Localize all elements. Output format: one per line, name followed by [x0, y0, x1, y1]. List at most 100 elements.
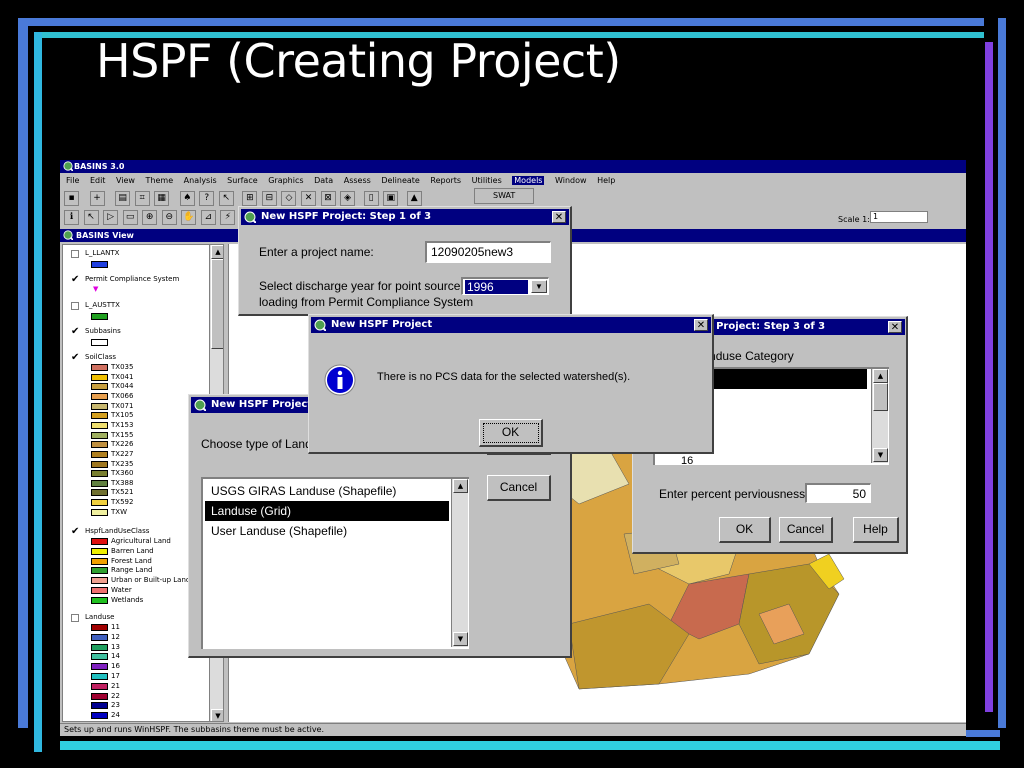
- step3-cancel-button[interactable]: Cancel: [779, 517, 833, 543]
- zoom-out-tool-icon[interactable]: ⊖: [161, 210, 177, 225]
- landuse-type-scroll-up-icon[interactable]: ▲: [453, 479, 468, 493]
- pan-icon[interactable]: ✋: [181, 210, 197, 225]
- toc-scroll-up-icon[interactable]: ▲: [211, 245, 223, 259]
- menu-window[interactable]: Window: [555, 176, 587, 185]
- select-feature-icon[interactable]: ▭: [122, 210, 138, 225]
- legend-editor-icon[interactable]: ⌗: [134, 191, 150, 206]
- select-features-icon[interactable]: ◈: [340, 191, 356, 206]
- theme-checkbox[interactable]: [71, 614, 79, 622]
- step3-help-button[interactable]: Help: [853, 517, 899, 543]
- slide-left-cyan-bar: [34, 32, 42, 752]
- menu-models[interactable]: Models: [512, 176, 545, 185]
- theme-name[interactable]: Subbasins: [85, 327, 121, 335]
- menu-file[interactable]: File: [66, 176, 79, 185]
- landuse-type-option-user[interactable]: User Landuse (Shapefile): [205, 521, 449, 541]
- layout-icon[interactable]: ▲: [406, 191, 422, 206]
- menu-view[interactable]: View: [116, 176, 135, 185]
- landuse-item-label: 13: [111, 642, 120, 651]
- project-name-input[interactable]: 12090205new3: [425, 241, 551, 263]
- discharge-year-dropdown-icon[interactable]: ▼: [531, 280, 547, 293]
- landuse-scroll-thumb[interactable]: [873, 383, 888, 411]
- select-icon[interactable]: ↖: [218, 191, 234, 206]
- landuse-item-label: 23: [111, 701, 120, 710]
- information-icon: [324, 364, 356, 396]
- landuse-category-item[interactable]: 16: [681, 455, 693, 467]
- theme-name[interactable]: L_LLANTX: [85, 249, 119, 257]
- theme-name[interactable]: Landuse: [85, 613, 114, 621]
- menu-data[interactable]: Data: [314, 176, 333, 185]
- scale-value: 1: [873, 212, 879, 221]
- theme-name[interactable]: SoilClass: [85, 353, 116, 361]
- step1-close-icon[interactable]: ✕: [552, 211, 566, 223]
- landuse-type-list[interactable]: USGS GIRAS Landuse (Shapefile) Landuse (…: [201, 477, 469, 649]
- find-icon[interactable]: ♠: [179, 191, 195, 206]
- zoom-out-icon[interactable]: ⊠: [320, 191, 336, 206]
- soil-item-label: TX105: [111, 411, 134, 420]
- app-title: BASINS 3.0: [74, 162, 125, 171]
- view-title: BASINS View: [76, 231, 134, 240]
- menu-reports[interactable]: Reports: [430, 176, 461, 185]
- menu-analysis[interactable]: Analysis: [184, 176, 217, 185]
- zoom-active-icon[interactable]: ⊟: [261, 191, 277, 206]
- theme-name[interactable]: L_AUSTTX: [85, 301, 120, 309]
- theme-name[interactable]: Permit Compliance System: [85, 275, 179, 283]
- menu-bar: File Edit View Theme Analysis Surface Gr…: [66, 176, 626, 188]
- step3-ok-button[interactable]: OK: [719, 517, 771, 543]
- vertex-edit-icon[interactable]: ▷: [103, 210, 119, 225]
- theme-name[interactable]: HspfLandUseClass: [85, 527, 149, 535]
- alert-ok-button[interactable]: OK: [479, 419, 543, 447]
- theme-checkbox[interactable]: ✔: [71, 275, 79, 285]
- toc-scroll-down-icon[interactable]: ▼: [211, 709, 223, 721]
- theme-checkbox[interactable]: [71, 250, 79, 258]
- zoom-selected-icon[interactable]: ◇: [281, 191, 297, 206]
- landuse-type-scrollbar[interactable]: ▲ ▼: [451, 479, 468, 647]
- hotlink-icon[interactable]: ⚡: [220, 210, 236, 225]
- models-dropdown-swat[interactable]: SWAT: [493, 191, 515, 200]
- menu-delineate[interactable]: Delineate: [381, 176, 419, 185]
- theme-checkbox[interactable]: ✔: [71, 353, 79, 363]
- perviousness-input[interactable]: 50: [805, 483, 871, 503]
- landuse-type-option-grid[interactable]: Landuse (Grid): [205, 501, 449, 521]
- add-theme-icon[interactable]: +: [89, 191, 105, 206]
- step2-cancel-button[interactable]: Cancel: [487, 475, 551, 501]
- landuse-scroll-down-icon[interactable]: ▼: [873, 448, 888, 462]
- menu-surface[interactable]: Surface: [227, 176, 257, 185]
- soil-item-label: TX041: [111, 372, 134, 381]
- identify-icon[interactable]: ℹ: [64, 210, 79, 225]
- locate-icon[interactable]: ?: [199, 191, 215, 206]
- table-icon[interactable]: ▦: [154, 191, 170, 206]
- zoom-in-tool-icon[interactable]: ⊕: [142, 210, 158, 225]
- menu-help[interactable]: Help: [597, 176, 615, 185]
- landuse-type-option-giras[interactable]: USGS GIRAS Landuse (Shapefile): [205, 481, 449, 501]
- landuse-type-scroll-down-icon[interactable]: ▼: [453, 632, 468, 646]
- menu-theme[interactable]: Theme: [146, 176, 174, 185]
- theme-properties-icon[interactable]: ▤: [115, 191, 131, 206]
- slide-right-purple-bar: [985, 42, 993, 712]
- landuse-scroll-up-icon[interactable]: ▲: [873, 369, 888, 383]
- zoom-in-icon[interactable]: ✕: [301, 191, 317, 206]
- status-bar: Sets up and runs WinHSPF. The subbasins …: [60, 723, 966, 736]
- menu-graphics[interactable]: Graphics: [268, 176, 303, 185]
- step3-close-icon[interactable]: ✕: [888, 321, 902, 333]
- menu-utilities[interactable]: Utilities: [472, 176, 502, 185]
- landuse-category-scrollbar[interactable]: ▲ ▼: [871, 369, 888, 463]
- discharge-year-select[interactable]: 1996 ▼: [461, 277, 549, 295]
- menu-edit[interactable]: Edit: [90, 176, 106, 185]
- step2-globe-icon: [194, 399, 206, 411]
- theme-checkbox[interactable]: ✔: [71, 327, 79, 337]
- toc-scroll-thumb[interactable]: [211, 259, 223, 349]
- pointer-icon[interactable]: ↖: [83, 210, 99, 225]
- menu-assess[interactable]: Assess: [344, 176, 371, 185]
- soil-item-label: TX521: [111, 488, 134, 497]
- soil-item-label: TX066: [111, 391, 134, 400]
- measure-icon[interactable]: ⊿: [200, 210, 216, 225]
- query-builder-icon[interactable]: ▣: [383, 191, 399, 206]
- clear-selection-icon[interactable]: ▯: [363, 191, 379, 206]
- theme-checkbox[interactable]: ✔: [71, 527, 79, 537]
- alert-close-icon[interactable]: ✕: [694, 319, 708, 331]
- scale-field[interactable]: 1: [870, 211, 928, 223]
- zoom-full-icon[interactable]: ⊞: [242, 191, 258, 206]
- theme-checkbox[interactable]: [71, 302, 79, 310]
- soil-item-label: TX155: [111, 430, 134, 439]
- save-icon[interactable]: ▪: [64, 191, 79, 206]
